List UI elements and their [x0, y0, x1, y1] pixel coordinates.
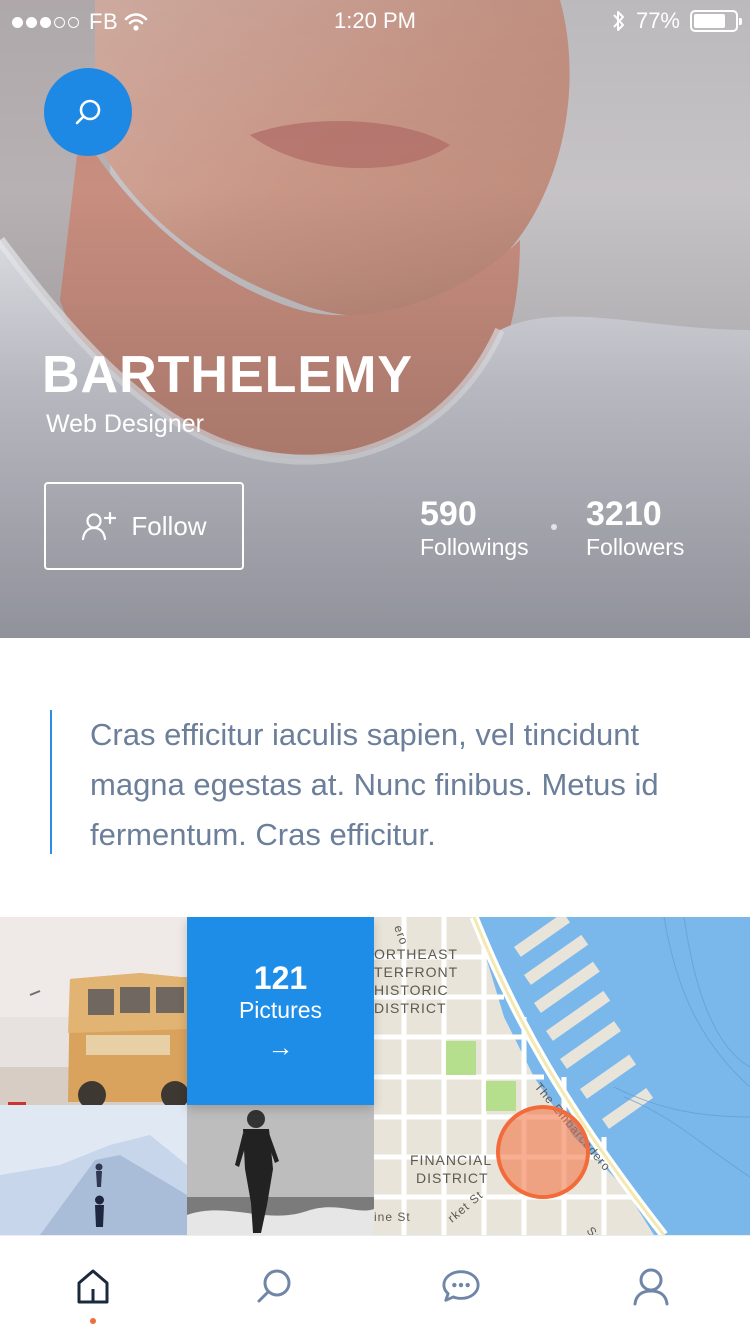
follow-label: Follow [131, 510, 207, 541]
follow-button[interactable]: Follow [44, 482, 244, 570]
tab-profile[interactable] [631, 1264, 671, 1308]
arrow-right-icon: → [267, 1031, 294, 1062]
profile-icon [633, 1268, 669, 1306]
followers-count: 3210 [586, 495, 662, 533]
search-icon [257, 1269, 291, 1303]
bluetooth-icon [613, 11, 624, 31]
stat-followings[interactable]: 590 Followings [420, 496, 529, 562]
search-button[interactable] [44, 68, 132, 156]
tab-home[interactable] [73, 1264, 113, 1308]
surfer-photo [187, 1105, 374, 1235]
bio-text: Cras efficitur iaculis sapien, vel tinci… [90, 717, 659, 852]
van-photo [0, 917, 187, 1105]
map-image: ORTHEAST TERFRONT HISTORIC DISTRICT FINA… [374, 917, 750, 1235]
followings-count: 590 [420, 495, 477, 533]
chat-icon [442, 1270, 480, 1302]
profile-role: Web Designer [46, 410, 204, 438]
map-label: FINANCIAL [410, 1152, 492, 1168]
stat-followers[interactable]: 3210 Followers [586, 496, 684, 562]
map-label: HISTORIC [374, 982, 449, 998]
map-label: DISTRICT [416, 1170, 489, 1186]
photo-gallery: 121 Pictures → ORTHEAST TERFRONT HISTORI… [0, 917, 750, 1235]
map-label: ine St [374, 1210, 411, 1224]
map-label: ORTHEAST [374, 946, 458, 962]
active-tab-indicator [90, 1318, 96, 1324]
followings-label: Followings [420, 534, 529, 560]
pictures-label: Pictures [238, 996, 323, 1023]
gallery-photo-snow[interactable] [0, 1105, 187, 1235]
stat-separator [551, 524, 557, 530]
battery-icon [690, 10, 742, 32]
gallery-photo-surfer[interactable] [187, 1105, 374, 1235]
profile-hero: FB 1:20 PM 77% BARTHELEMY Web Designer F… [0, 0, 750, 638]
bio-quote: Cras efficitur iaculis sapien, vel tinci… [50, 710, 690, 854]
gallery-photo-van[interactable] [0, 917, 187, 1105]
tab-messages[interactable] [441, 1264, 481, 1308]
snow-photo [0, 1105, 187, 1235]
location-map[interactable]: ORTHEAST TERFRONT HISTORIC DISTRICT FINA… [374, 917, 750, 1235]
profile-name: BARTHELEMY [42, 346, 414, 404]
battery-level [694, 14, 725, 28]
map-label: TERFRONT [374, 964, 458, 980]
add-user-icon [82, 511, 117, 541]
search-icon [75, 99, 101, 125]
tab-search[interactable] [254, 1264, 294, 1308]
battery-percentage: 77% [635, 8, 680, 33]
pictures-count: 121 [253, 959, 308, 996]
status-right: 77% [612, 8, 742, 34]
pictures-count-tile[interactable]: 121 Pictures → [187, 917, 374, 1105]
home-icon [77, 1269, 109, 1304]
bottom-tab-bar [0, 1235, 750, 1334]
followers-label: Followers [586, 534, 685, 560]
map-label: DISTRICT [374, 1000, 447, 1016]
status-bar: FB 1:20 PM 77% [0, 0, 750, 40]
